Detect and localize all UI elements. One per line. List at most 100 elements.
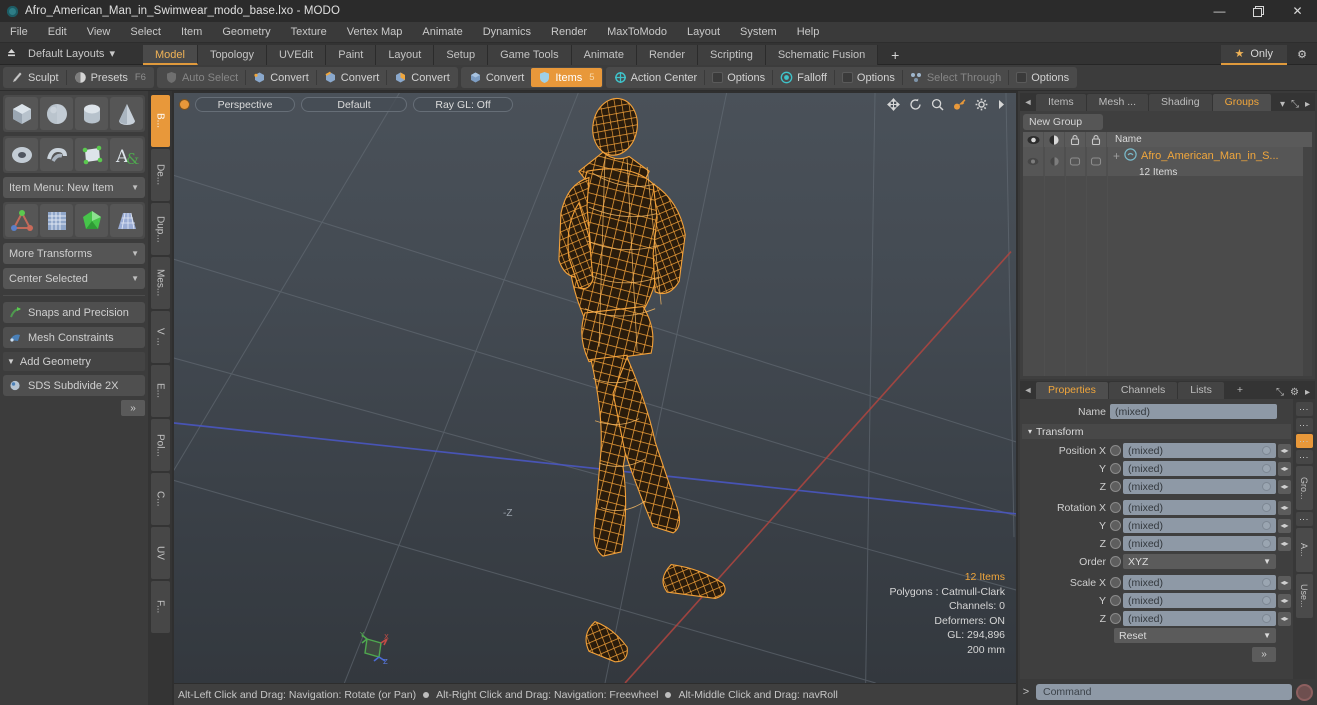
tab-groups[interactable]: Groups xyxy=(1212,94,1272,111)
position-z-spinner[interactable]: ◂▸ xyxy=(1278,479,1291,494)
rotate-icon[interactable] xyxy=(909,98,922,111)
tab-lists[interactable]: Lists xyxy=(1178,382,1224,399)
scale-y-spinner[interactable]: ◂▸ xyxy=(1278,593,1291,608)
default-layouts-dropdown[interactable]: Default Layouts ▾ xyxy=(22,47,123,61)
knob-icon[interactable] xyxy=(1262,614,1271,623)
axis-gizmo[interactable]: X Y Z xyxy=(354,627,396,669)
add-tab-button[interactable]: + xyxy=(878,45,912,65)
rotation-z-spinner[interactable]: ◂▸ xyxy=(1278,536,1291,551)
expander-icon[interactable]: + xyxy=(1113,149,1120,163)
menu-vertex-map[interactable]: Vertex Map xyxy=(337,22,413,43)
knob-icon[interactable] xyxy=(1262,464,1271,473)
knob-icon[interactable] xyxy=(1262,596,1271,605)
position-y-radio[interactable] xyxy=(1110,463,1121,474)
reset-select[interactable]: Reset ▼ xyxy=(1114,628,1276,643)
pane-menu-icon[interactable]: ◄ xyxy=(1020,382,1036,399)
mesh-constraints-button[interactable]: Mesh Constraints xyxy=(3,327,145,348)
properties-go-button[interactable]: » xyxy=(1252,647,1276,662)
close-button[interactable]: ✕ xyxy=(1278,0,1317,22)
rotation-z-input[interactable]: (mixed) xyxy=(1123,536,1276,551)
scale-x-input[interactable]: (mixed) xyxy=(1123,575,1276,590)
tab-items[interactable]: Items xyxy=(1036,94,1086,111)
tab-properties[interactable]: Properties xyxy=(1036,382,1108,399)
viewport-menu-dot-icon[interactable] xyxy=(180,99,189,109)
knob-icon[interactable] xyxy=(1262,503,1271,512)
expand-pane-icon[interactable]: ⤡ xyxy=(1291,99,1299,110)
expand-left-panel-button[interactable]: » xyxy=(121,400,145,416)
falloff-options-button[interactable]: Options xyxy=(835,68,902,87)
knob-icon[interactable] xyxy=(1262,482,1271,491)
transform-section-header[interactable]: ▾ Transform xyxy=(1022,424,1291,439)
menu-dynamics[interactable]: Dynamics xyxy=(473,22,541,43)
tab-uvedit[interactable]: UVEdit xyxy=(266,44,327,65)
rotation-x-spinner[interactable]: ◂▸ xyxy=(1278,500,1291,515)
rotation-y-radio[interactable] xyxy=(1110,520,1121,531)
vtab-polygon[interactable]: Pol... xyxy=(150,419,170,471)
eye-icon[interactable] xyxy=(1023,132,1044,147)
position-x-spinner[interactable]: ◂▸ xyxy=(1278,443,1291,458)
cube-icon[interactable] xyxy=(5,97,38,130)
command-input[interactable]: Command xyxy=(1036,684,1292,700)
menu-animate[interactable]: Animate xyxy=(412,22,472,43)
side-tab-a[interactable]: A... xyxy=(1295,528,1313,572)
position-z-radio[interactable] xyxy=(1110,481,1121,492)
menu-select[interactable]: Select xyxy=(120,22,171,43)
up-arrow-icon[interactable] xyxy=(0,43,22,65)
rotation-y-spinner[interactable]: ◂▸ xyxy=(1278,518,1291,533)
vtab-duplicate[interactable]: Dup... xyxy=(150,203,170,255)
action-center-button[interactable]: Action Center xyxy=(607,68,705,87)
chevron-down-icon[interactable]: ▾ xyxy=(1280,99,1285,110)
scale-x-radio[interactable] xyxy=(1110,577,1121,588)
knob-icon[interactable] xyxy=(1262,578,1271,587)
menu-geometry[interactable]: Geometry xyxy=(212,22,280,43)
scale-y-input[interactable]: (mixed) xyxy=(1123,593,1276,608)
row-shading-toggle[interactable] xyxy=(1044,147,1065,176)
center-selected-dropdown[interactable]: Center Selected ▼ xyxy=(3,268,145,289)
sphere-icon[interactable] xyxy=(40,97,73,130)
sculpt-button[interactable]: Sculpt xyxy=(4,68,66,87)
gear-icon[interactable] xyxy=(975,98,988,111)
item-menu-dropdown[interactable]: Item Menu: New Item ▼ xyxy=(3,177,145,198)
menu-system[interactable]: System xyxy=(730,22,787,43)
only-toggle-button[interactable]: ★ Only xyxy=(1220,44,1287,65)
scale-z-spinner[interactable]: ◂▸ xyxy=(1278,611,1291,626)
row-lock-toggle[interactable] xyxy=(1065,147,1086,176)
add-geometry-header[interactable]: ▼ Add Geometry xyxy=(3,352,145,371)
convert-polygon-button[interactable]: Convert xyxy=(387,68,457,87)
presets-button[interactable]: Presets F6 xyxy=(67,68,153,87)
chevron-right-icon[interactable]: ▸ xyxy=(1305,99,1310,110)
chevron-right-icon[interactable] xyxy=(997,99,1006,110)
menu-view[interactable]: View xyxy=(77,22,121,43)
record-macro-button[interactable] xyxy=(1296,683,1313,701)
scale-x-spinner[interactable]: ◂▸ xyxy=(1278,575,1291,590)
side-tab-dots-1[interactable]: ⋮ xyxy=(1295,402,1313,416)
position-x-radio[interactable] xyxy=(1110,445,1121,456)
order-select[interactable]: XYZ ▼ xyxy=(1123,554,1276,569)
name-input[interactable]: (mixed) xyxy=(1110,404,1277,419)
green-crystal-icon[interactable] xyxy=(75,204,108,237)
convert-material-button[interactable]: Convert xyxy=(462,68,532,87)
scale-z-radio[interactable] xyxy=(1110,613,1121,624)
side-tab-groups[interactable]: Gro... xyxy=(1295,466,1313,510)
tab-render[interactable]: Render xyxy=(636,44,699,65)
action-center-options-button[interactable]: Options xyxy=(705,68,772,87)
row-eye-toggle[interactable] xyxy=(1023,147,1044,176)
add-properties-tab-button[interactable]: + xyxy=(1225,382,1255,399)
tab-layout[interactable]: Layout xyxy=(376,44,435,65)
position-y-spinner[interactable]: ◂▸ xyxy=(1278,461,1291,476)
rotation-y-input[interactable]: (mixed) xyxy=(1123,518,1276,533)
tab-topology[interactable]: Topology xyxy=(197,44,267,65)
new-group-button[interactable]: New Group xyxy=(1023,114,1103,130)
tab-schematic-fusion[interactable]: Schematic Fusion xyxy=(765,44,879,65)
vtab-mesh[interactable]: Mes... xyxy=(150,257,170,309)
chevron-right-icon[interactable]: ▸ xyxy=(1305,387,1310,398)
rotation-x-radio[interactable] xyxy=(1110,502,1121,513)
blue-lattice-icon[interactable] xyxy=(110,204,143,237)
cone-icon[interactable] xyxy=(110,97,143,130)
knob-icon[interactable] xyxy=(1262,521,1271,530)
render-icon[interactable] xyxy=(1086,132,1107,147)
snaps-and-precision-button[interactable]: Snaps and Precision xyxy=(3,302,145,323)
convert-vertex-button[interactable]: Convert xyxy=(246,68,316,87)
select-through-options-button[interactable]: Options xyxy=(1009,68,1076,87)
tab-animate[interactable]: Animate xyxy=(571,44,637,65)
